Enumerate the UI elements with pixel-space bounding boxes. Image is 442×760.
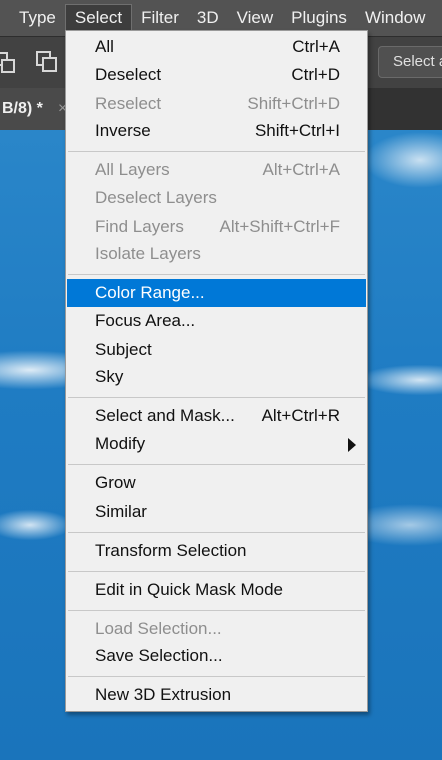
menu-item-label: Save Selection...: [95, 646, 223, 665]
menu-item-edit-quick-mask[interactable]: Edit in Quick Mask Mode: [67, 576, 366, 604]
menu-item-shortcut: Shift+Ctrl+D: [247, 94, 340, 113]
menu-type[interactable]: Type: [10, 4, 65, 32]
menu-item-label: Reselect: [95, 94, 162, 113]
menu-separator: [68, 151, 365, 152]
menu-separator: [68, 397, 365, 398]
menu-separator: [68, 610, 365, 611]
menu-item-label: All: [95, 37, 114, 56]
menu-item-label: Sky: [95, 367, 124, 386]
menu-select[interactable]: Select: [64, 4, 133, 32]
menu-item-label: Inverse: [95, 121, 151, 140]
menu-item-label: Focus Area...: [95, 311, 196, 330]
menu-item-grow[interactable]: Grow: [67, 469, 366, 497]
menu-item-isolate-layers: Isolate Layers: [67, 240, 366, 268]
menu-item-all-layers: All Layers Alt+Ctrl+A: [67, 156, 366, 184]
menu-item-deselect[interactable]: Deselect Ctrl+D: [67, 61, 366, 89]
menu-item-select-and-mask[interactable]: Select and Mask... Alt+Ctrl+R: [67, 402, 366, 430]
menu-item-modify[interactable]: Modify: [67, 430, 366, 458]
menu-window[interactable]: Window: [356, 4, 434, 32]
menu-item-reselect: Reselect Shift+Ctrl+D: [67, 90, 366, 118]
menu-item-transform-selection[interactable]: Transform Selection: [67, 537, 366, 565]
menu-item-label: Subject: [95, 340, 152, 359]
document-tab-title: B/8) *: [2, 100, 43, 117]
menu-item-subject[interactable]: Subject: [67, 336, 366, 364]
menu-separator: [68, 532, 365, 533]
menu-plugins[interactable]: Plugins: [282, 4, 356, 32]
menu-item-shortcut: Alt+Shift+Ctrl+F: [219, 217, 340, 236]
menu-item-label: New 3D Extrusion: [95, 685, 232, 704]
menu-item-shortcut: Ctrl+A: [292, 37, 340, 56]
menu-item-deselect-layers: Deselect Layers: [67, 184, 366, 212]
menu-item-shortcut: Ctrl+D: [291, 65, 340, 84]
menu-item-color-range[interactable]: Color Range...: [67, 279, 366, 307]
menu-item-label: Edit in Quick Mask Mode: [95, 580, 284, 599]
menu-item-load-selection: Load Selection...: [67, 615, 366, 643]
menu-separator: [68, 274, 365, 275]
menu-item-save-selection[interactable]: Save Selection...: [67, 642, 366, 670]
menu-item-label: Isolate Layers: [95, 244, 201, 263]
select-subject-button[interactable]: Select a: [378, 46, 442, 78]
select-menu-dropdown: All Ctrl+A Deselect Ctrl+D Reselect Shif…: [65, 30, 368, 712]
menu-item-similar[interactable]: Similar: [67, 498, 366, 526]
menu-item-label: Similar: [95, 502, 147, 521]
add-selection-icon[interactable]: [0, 52, 16, 74]
menu-item-new-3d-extrusion[interactable]: New 3D Extrusion: [67, 681, 366, 709]
menu-filter[interactable]: Filter: [132, 4, 188, 32]
menu-item-label: Transform Selection: [95, 541, 247, 560]
menu-item-inverse[interactable]: Inverse Shift+Ctrl+I: [67, 117, 366, 145]
menu-item-focus-area[interactable]: Focus Area...: [67, 307, 366, 335]
menu-item-label: Select and Mask...: [95, 406, 235, 425]
menu-item-label: Modify: [95, 434, 146, 453]
menu-item-shortcut: Alt+Ctrl+A: [262, 160, 340, 179]
menu-3d[interactable]: 3D: [188, 4, 228, 32]
menu-separator: [68, 464, 365, 465]
menu-item-shortcut: Alt+Ctrl+R: [261, 406, 340, 425]
menu-item-all[interactable]: All Ctrl+A: [67, 33, 366, 61]
menu-item-label: Grow: [95, 473, 136, 492]
menu-item-shortcut: Shift+Ctrl+I: [254, 121, 340, 140]
menu-separator: [68, 676, 365, 677]
menu-item-label: Deselect Layers: [95, 188, 217, 207]
menu-item-label: Load Selection...: [95, 619, 222, 638]
menu-item-label: Deselect: [95, 65, 162, 84]
menu-separator: [68, 571, 365, 572]
subtract-selection-icon[interactable]: [36, 51, 58, 73]
menu-item-label: Color Range...: [95, 283, 205, 302]
menu-item-find-layers: Find Layers Alt+Shift+Ctrl+F: [67, 213, 366, 241]
menu-item-sky[interactable]: Sky: [67, 363, 366, 391]
menu-item-label: All Layers: [95, 160, 170, 179]
menu-view[interactable]: View: [228, 4, 283, 32]
menu-item-label: Find Layers: [95, 217, 184, 236]
submenu-arrow-icon: [348, 438, 356, 452]
